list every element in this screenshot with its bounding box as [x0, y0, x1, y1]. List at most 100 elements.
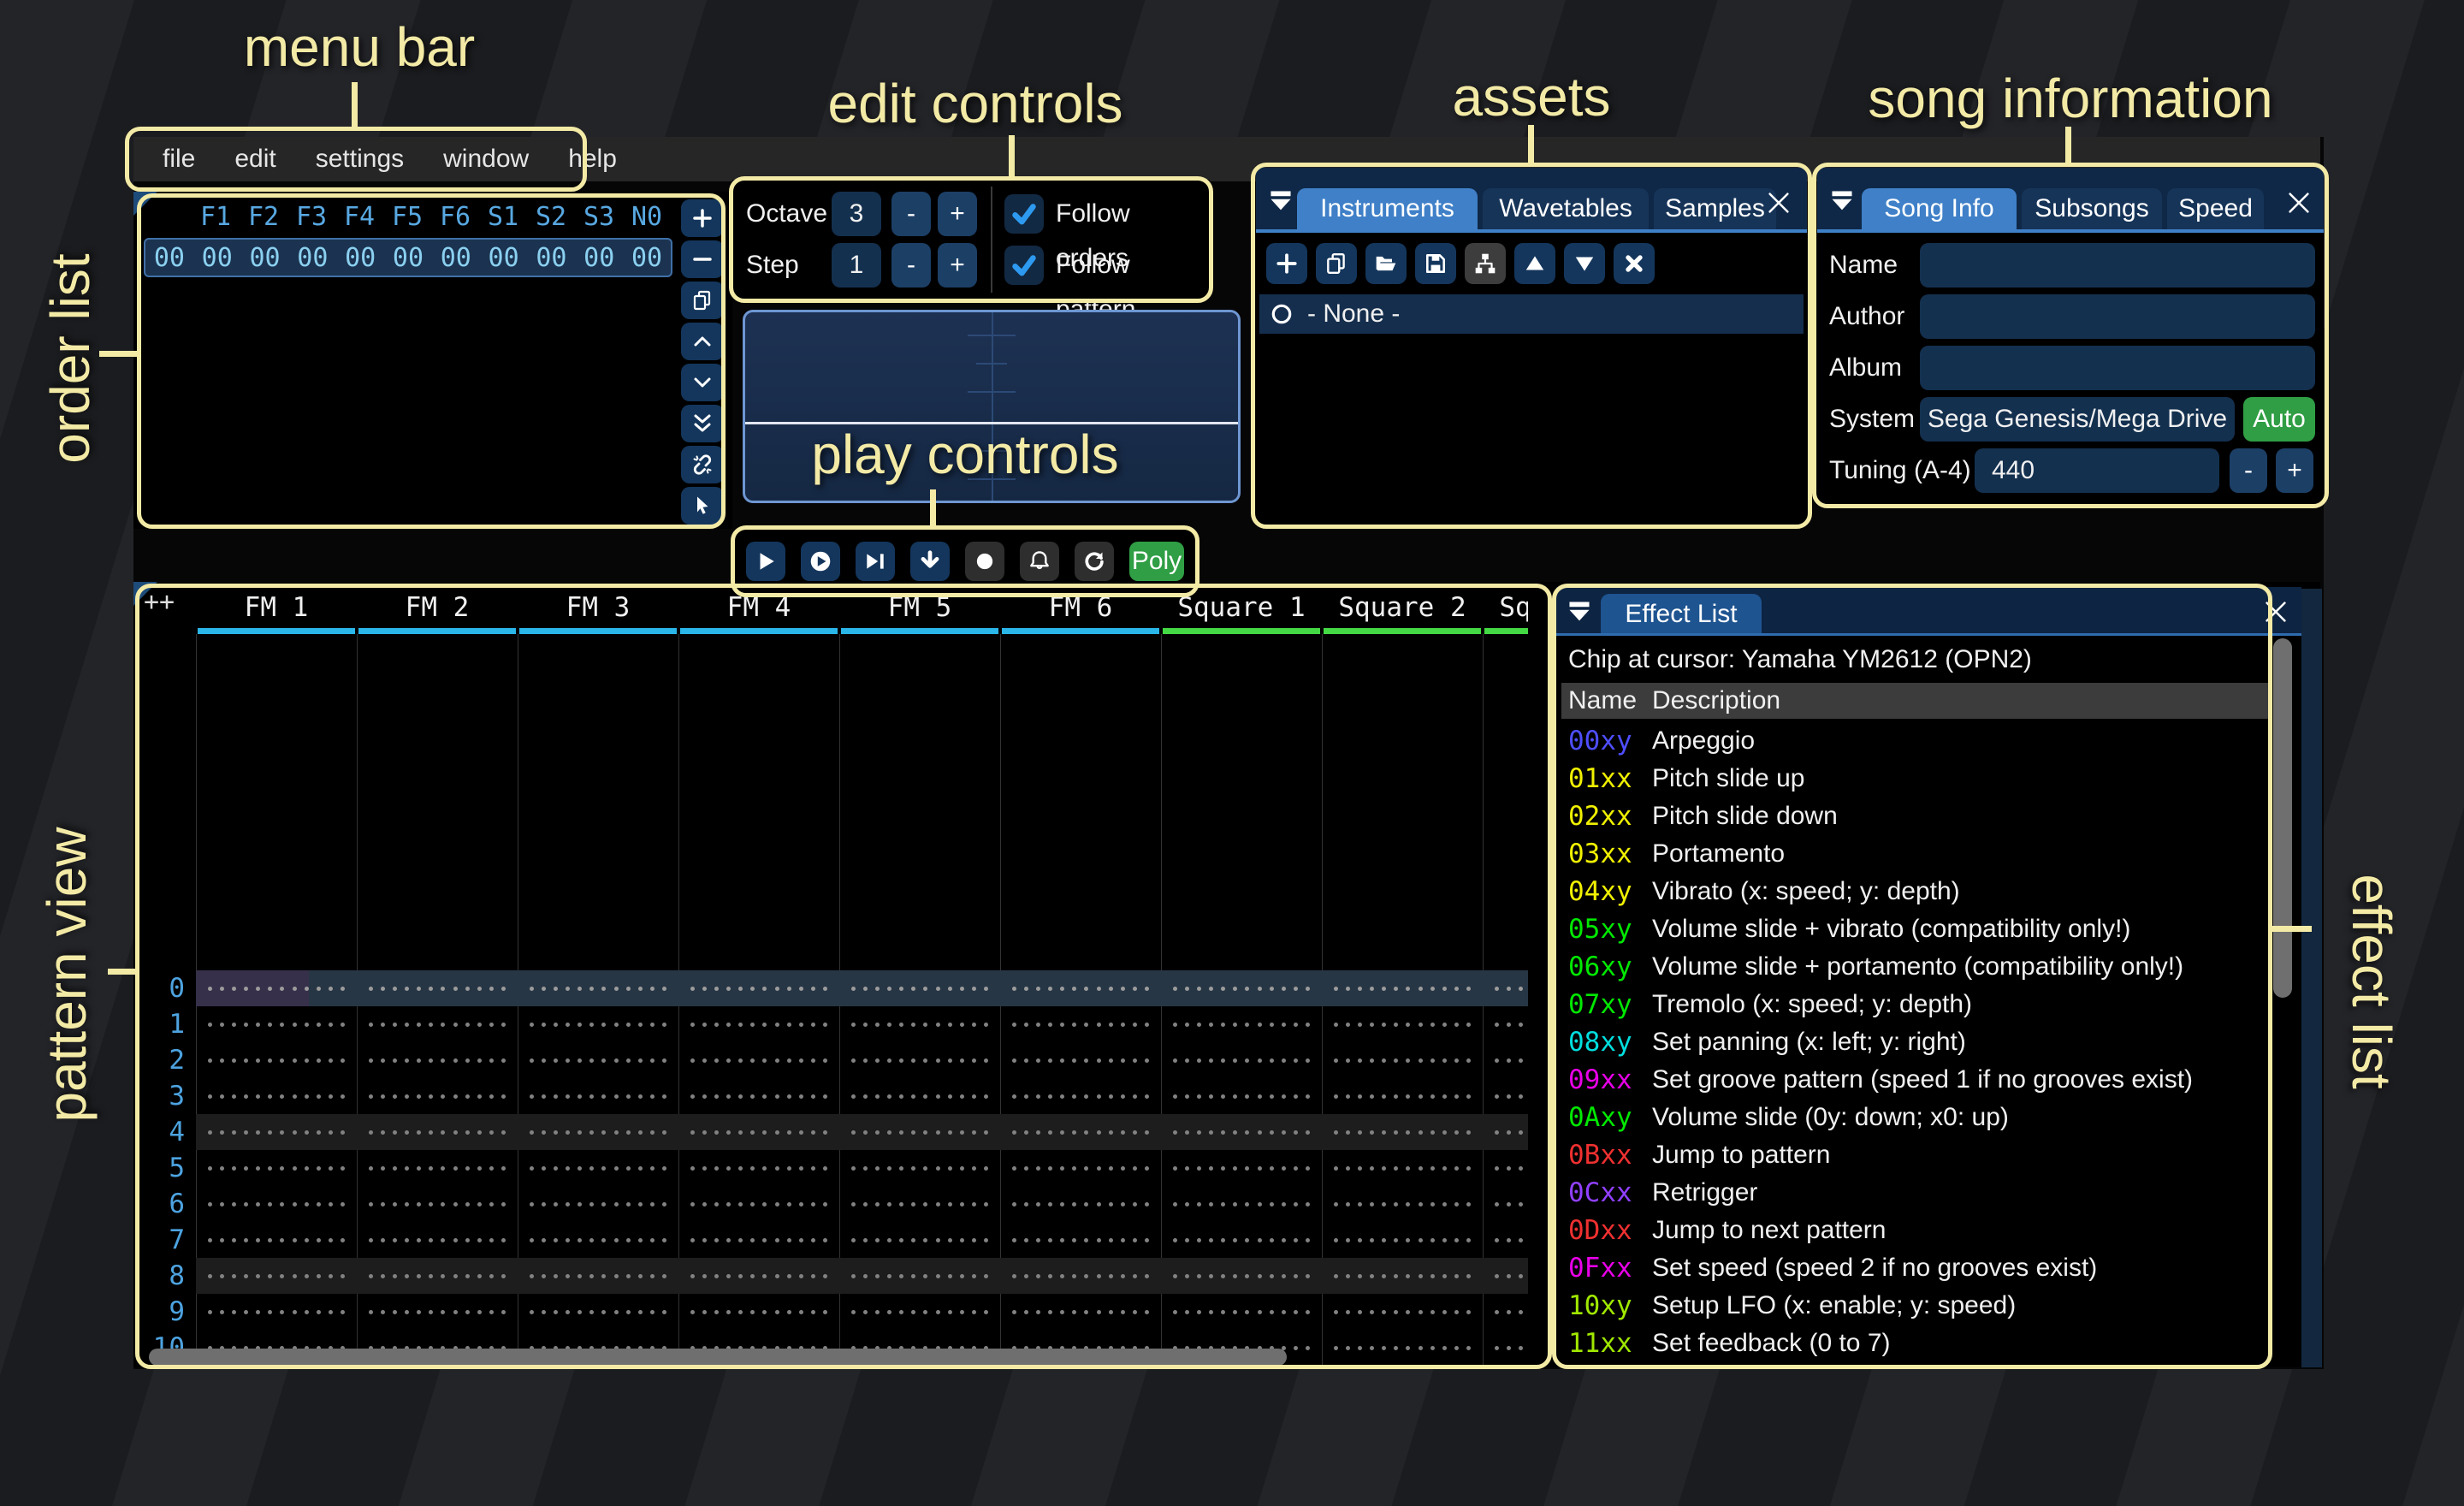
pattern-cell[interactable] — [1491, 1042, 1528, 1078]
pattern-cell[interactable] — [848, 1222, 992, 1258]
step-increase-button[interactable]: + — [938, 243, 977, 288]
pattern-cell[interactable] — [526, 1258, 670, 1294]
order-cell[interactable]: 00 — [336, 243, 384, 273]
octave-value[interactable]: 3 — [832, 192, 881, 236]
effect-row[interactable]: 0Bxx Jump to pattern — [1556, 1136, 2301, 1174]
close-icon[interactable] — [2286, 190, 2312, 220]
pattern-cell[interactable] — [1170, 970, 1313, 1006]
tab-wavetables[interactable]: Wavetables — [1483, 188, 1649, 229]
folder-open-button[interactable] — [1365, 243, 1407, 284]
effect-row[interactable]: 0Fxx Set speed (speed 2 if no grooves exi… — [1556, 1249, 2301, 1287]
pattern-cell[interactable] — [365, 1222, 509, 1258]
pattern-cell[interactable] — [204, 1114, 348, 1150]
pattern-cell[interactable] — [1330, 970, 1474, 1006]
order-cell[interactable]: 00 — [480, 243, 528, 273]
order-cell[interactable]: 00 — [575, 243, 623, 273]
pattern-cell[interactable] — [687, 1150, 831, 1186]
pattern-cell[interactable] — [1491, 1114, 1528, 1150]
octave-increase-button[interactable]: + — [938, 192, 977, 236]
pattern-cell[interactable] — [1009, 1042, 1152, 1078]
pattern-cell[interactable] — [687, 1294, 831, 1330]
tab-effect-list[interactable]: Effect List — [1601, 594, 1762, 635]
effect-row[interactable]: 07xy Tremolo (x: speed; y: depth) — [1556, 986, 2301, 1023]
order-cell[interactable]: 00 — [528, 243, 576, 273]
pattern-cell[interactable] — [1491, 1222, 1528, 1258]
pattern-cell[interactable] — [1330, 1150, 1474, 1186]
menu-item-window[interactable]: window — [443, 145, 529, 174]
pattern-cell[interactable] — [1330, 1186, 1474, 1222]
pattern-cell[interactable] — [204, 1042, 348, 1078]
double-chevron-down-button[interactable] — [681, 405, 724, 442]
pattern-cell[interactable] — [848, 1150, 992, 1186]
metronome-bell-button[interactable] — [1020, 542, 1059, 581]
step-down-button[interactable] — [910, 542, 950, 581]
instrument-list-item[interactable]: - None - — [1259, 294, 1804, 334]
pattern-cell[interactable] — [1170, 1222, 1313, 1258]
x-bold-button[interactable] — [1614, 243, 1655, 284]
collapse-window-icon[interactable] — [1567, 599, 1592, 629]
pattern-cell[interactable] — [848, 1006, 992, 1042]
pattern-cell[interactable] — [526, 1294, 670, 1330]
pattern-cell[interactable] — [687, 1042, 831, 1078]
pattern-cell[interactable] — [1009, 1006, 1152, 1042]
effect-row[interactable]: 01xx Pitch slide up — [1556, 760, 2301, 797]
pattern-cell[interactable] — [1009, 1258, 1152, 1294]
pattern-cell[interactable] — [687, 1258, 831, 1294]
pattern-cell[interactable] — [687, 1114, 831, 1150]
order-row[interactable]: 00 00 00 00 00 00 00 00 00 00 00 — [144, 238, 672, 277]
channel-header-fm-5[interactable]: FM 5 — [839, 592, 1000, 623]
order-cell[interactable]: 00 — [288, 243, 336, 273]
follow-pattern-checkbox[interactable] — [1004, 246, 1044, 285]
pattern-cell[interactable] — [204, 1294, 348, 1330]
pattern-grid[interactable]: FM 1 FM 2 FM 3 FM 4 FM 5 FM 6 Square 1 Square 2… — [133, 582, 1528, 1367]
channel-header-fm-4[interactable]: FM 4 — [678, 592, 839, 623]
pattern-cell[interactable] — [365, 1114, 509, 1150]
poly-button[interactable]: Poly — [1129, 542, 1184, 581]
tab-subsongs[interactable]: Subsongs — [2022, 188, 2162, 229]
follow-orders-checkbox[interactable] — [1004, 194, 1044, 234]
pattern-cell[interactable] — [687, 1078, 831, 1114]
pattern-cell[interactable] — [848, 1294, 992, 1330]
pattern-cell[interactable] — [1009, 970, 1152, 1006]
play-circle-button[interactable] — [801, 542, 840, 581]
pattern-cell[interactable] — [526, 1222, 670, 1258]
chevron-down-button[interactable] — [681, 364, 724, 401]
pattern-cell[interactable] — [526, 1006, 670, 1042]
system-auto-button[interactable]: Auto — [2243, 397, 2315, 442]
album-field[interactable] — [1920, 346, 2315, 390]
close-icon[interactable] — [1766, 190, 1792, 220]
effect-row[interactable]: 09xx Set groove pattern (speed 1 if no gr… — [1556, 1061, 2301, 1099]
pattern-cell[interactable] — [1330, 1330, 1474, 1366]
channel-header-square-1[interactable]: Square 1 — [1161, 592, 1322, 623]
pattern-cell[interactable] — [1491, 1330, 1528, 1366]
pattern-cell[interactable] — [1491, 1078, 1528, 1114]
effect-row[interactable]: 04xy Vibrato (x: speed; y: depth) — [1556, 873, 2301, 910]
tuning-field[interactable]: 440 — [1975, 448, 2219, 493]
play-to-cursor-button[interactable] — [856, 542, 895, 581]
pattern-cell[interactable] — [848, 1258, 992, 1294]
pattern-cell[interactable] — [1009, 1294, 1152, 1330]
menu-item-edit[interactable]: edit — [234, 145, 275, 174]
pattern-cell[interactable] — [365, 1042, 509, 1078]
effect-row[interactable]: 05xy Volume slide + vibrato (compatibilit… — [1556, 910, 2301, 948]
pattern-cell[interactable] — [1009, 1186, 1152, 1222]
save-button[interactable] — [1415, 243, 1456, 284]
broken-link-button[interactable] — [681, 446, 724, 483]
pattern-cell[interactable] — [526, 1114, 670, 1150]
author-field[interactable] — [1920, 294, 2315, 339]
pattern-cell[interactable] — [1491, 970, 1528, 1006]
channel-header-fm-2[interactable]: FM 2 — [357, 592, 518, 623]
pattern-horizontal-scrollbar[interactable] — [149, 1349, 1287, 1366]
effect-row[interactable]: 02xx Pitch slide down — [1556, 797, 2301, 835]
pattern-cell[interactable] — [1170, 1150, 1313, 1186]
order-cell[interactable]: 00 — [432, 243, 480, 273]
triangle-down-button[interactable] — [1564, 243, 1605, 284]
channel-header-square-3[interactable]: Square 3 — [1483, 592, 1528, 623]
tuning-decrease-button[interactable]: - — [2230, 448, 2267, 493]
copy-button[interactable] — [681, 282, 724, 319]
step-value[interactable]: 1 — [832, 243, 881, 288]
pattern-cell[interactable] — [204, 1186, 348, 1222]
pattern-cell[interactable] — [526, 1078, 670, 1114]
channel-header-square-2[interactable]: Square 2 — [1322, 592, 1483, 623]
pattern-cell[interactable] — [365, 1186, 509, 1222]
